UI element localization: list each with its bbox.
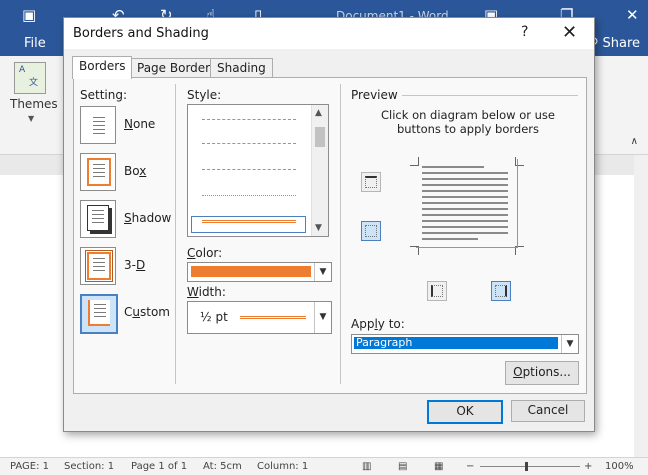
status-at: At: 5cm <box>203 461 242 472</box>
preview-hint: Click on diagram below or use buttons to… <box>381 108 555 136</box>
options-button[interactable]: Options... <box>505 361 579 385</box>
right-border-icon <box>495 285 507 297</box>
preview-rule <box>402 95 578 96</box>
close-icon[interactable]: ✕ <box>562 22 577 43</box>
tab-page-border[interactable]: Page Border <box>130 58 218 78</box>
apply-to-dropdown[interactable]: Paragraph ▼ <box>351 334 579 354</box>
width-dropdown[interactable]: ½ pt ▼ <box>187 301 332 334</box>
status-page-of: Page 1 of 1 <box>131 461 188 472</box>
file-tab[interactable]: File <box>0 32 64 56</box>
inside-horizontal-border-button[interactable] <box>361 221 381 241</box>
style-list[interactable]: ▲ ▼ <box>187 104 329 237</box>
vertical-scrollbar[interactable] <box>634 155 648 457</box>
status-bar: PAGE: 1 Section: 1 Page 1 of 1 At: 5cm C… <box>0 457 648 475</box>
share-button[interactable]: ⚲ Share <box>589 36 640 51</box>
style-option-selected[interactable] <box>191 216 306 233</box>
scroll-up-icon[interactable]: ▲ <box>315 108 322 118</box>
status-section: Section: 1 <box>64 461 115 472</box>
style-option-dash-dot[interactable] <box>202 169 296 170</box>
print-layout-icon[interactable]: ▤ <box>398 461 407 472</box>
tab-borders[interactable]: Borders <box>72 56 133 79</box>
status-column: Column: 1 <box>257 461 309 472</box>
color-label: Color: <box>187 246 223 260</box>
style-option-double[interactable] <box>202 220 296 223</box>
help-button[interactable]: ? <box>521 24 528 40</box>
zoom-slider-thumb[interactable] <box>525 462 528 471</box>
color-dropdown[interactable]: ▼ <box>187 262 332 282</box>
setting-none-icon[interactable] <box>80 106 116 144</box>
setting-label: Setting: <box>80 88 128 102</box>
style-label: Style: <box>187 88 222 102</box>
zoom-level[interactable]: 100% <box>605 461 634 472</box>
chevron-down-icon[interactable]: ▼ <box>314 263 331 281</box>
setting-3d-icon[interactable] <box>80 247 116 285</box>
setting-3d-label[interactable]: 3-D <box>124 258 145 272</box>
style-option-long-dash[interactable] <box>202 143 296 144</box>
ok-button[interactable]: OK <box>427 400 503 424</box>
setting-none-label[interactable]: None <box>124 117 155 131</box>
save-icon[interactable]: ▣ <box>22 6 36 24</box>
share-label: Share <box>602 36 640 51</box>
scroll-down-icon[interactable]: ▼ <box>315 223 322 233</box>
themes-icon[interactable]: A 文 <box>14 62 46 94</box>
cancel-button[interactable]: Cancel <box>511 400 585 422</box>
collapse-ribbon-icon[interactable]: ∧ <box>631 136 638 147</box>
tab-shading[interactable]: Shading <box>210 58 273 78</box>
preview-diagram[interactable] <box>416 159 518 248</box>
style-option-dashed[interactable] <box>202 119 296 120</box>
chevron-down-icon[interactable]: ▼ <box>561 335 578 353</box>
zoom-slider[interactable] <box>480 466 580 467</box>
left-border-icon <box>431 285 443 297</box>
setting-shadow-label[interactable]: Shadow <box>124 211 171 225</box>
style-option-dash-dot-dot[interactable] <box>202 195 296 196</box>
setting-box-icon[interactable] <box>80 153 116 191</box>
top-border-icon <box>365 176 377 188</box>
themes-dropdown-icon[interactable]: ▼ <box>28 114 34 123</box>
setting-custom-icon[interactable] <box>80 294 118 334</box>
apply-to-label: Apply to: <box>351 317 405 331</box>
borders-and-shading-dialog: Borders and Shading ? ✕ Borders Page Bor… <box>63 17 595 432</box>
setting-shadow-icon[interactable] <box>80 200 116 238</box>
window-close-icon[interactable]: ✕ <box>626 6 639 24</box>
top-border-button[interactable] <box>361 172 381 192</box>
dialog-title: Borders and Shading <box>73 26 209 41</box>
right-border-button[interactable] <box>491 281 511 301</box>
color-swatch <box>191 266 311 277</box>
status-page: PAGE: 1 <box>10 461 50 472</box>
style-scrollbar[interactable]: ▲ ▼ <box>311 105 328 236</box>
setting-custom-label[interactable]: Custom <box>124 305 170 319</box>
divider <box>340 84 341 384</box>
setting-box-label[interactable]: Box <box>124 164 146 178</box>
chevron-down-icon[interactable]: ▼ <box>314 302 331 333</box>
web-layout-icon[interactable]: ▦ <box>434 461 443 472</box>
width-label: Width: <box>187 285 226 299</box>
themes-button[interactable]: Themes <box>10 97 58 111</box>
borders-panel: Setting: None Box Shadow 3-D Custom Styl… <box>73 77 587 394</box>
zoom-in-icon[interactable]: + <box>584 461 592 472</box>
inside-border-icon <box>365 225 377 237</box>
divider <box>175 84 176 384</box>
width-value: ½ pt <box>200 310 228 324</box>
dialog-title-bar: Borders and Shading ? ✕ <box>64 18 594 49</box>
zoom-out-icon[interactable]: − <box>466 461 474 472</box>
width-sample-line <box>240 316 306 319</box>
read-mode-icon[interactable]: ▥ <box>362 461 371 472</box>
left-border-button[interactable] <box>427 281 447 301</box>
scrollbar-thumb[interactable] <box>315 127 325 147</box>
preview-label: Preview <box>351 88 398 102</box>
apply-to-value: Paragraph <box>354 337 558 349</box>
